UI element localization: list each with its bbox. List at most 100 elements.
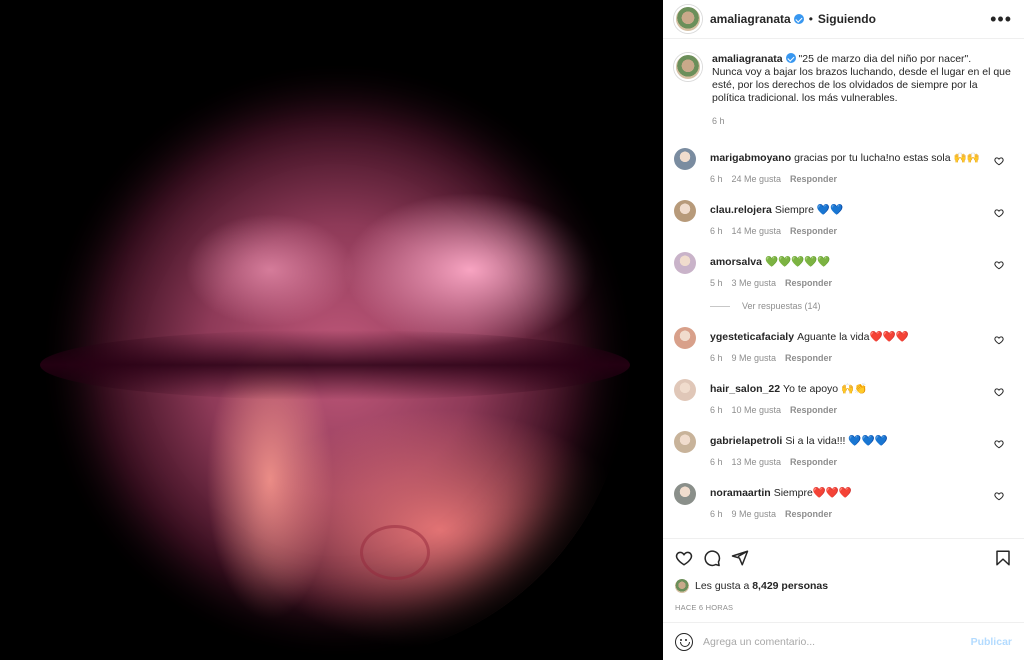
view-replies-button[interactable]: Ver respuestas (14) — [710, 301, 1012, 311]
comment-text: gracias por tu lucha!no estas sola 🙌🙌 — [794, 152, 980, 164]
comment-meta: 6 h 24 Me gusta Responder — [710, 174, 1012, 184]
comment-body: marigabmoyano gracias por tu lucha!no est… — [710, 148, 1012, 184]
comment-text-line: marigabmoyano gracias por tu lucha!no est… — [710, 148, 1012, 165]
comment-time: 6 h — [710, 457, 723, 467]
reply-button[interactable]: Responder — [790, 174, 837, 184]
comment-body: noramaartin Siempre❤️❤️❤️ 6 h 9 Me gusta … — [710, 483, 1012, 519]
comment-row: gabrielapetroli Si a la vida!!! 💙💙💙 6 h 1… — [674, 431, 1012, 467]
like-comment-icon[interactable] — [994, 335, 1004, 345]
comment-container: marigabmoyano gracias por tu lucha!no est… — [674, 148, 1012, 519]
commenter-username[interactable]: gabrielapetroli — [710, 435, 782, 447]
commenter-avatar[interactable] — [674, 200, 696, 222]
comment-text: Aguante la vida❤️❤️❤️ — [797, 331, 909, 343]
commenter-avatar[interactable] — [674, 431, 696, 453]
image-shadow — [40, 330, 630, 400]
post-caption: amaliagranata "25 de marzo dia del niño … — [674, 53, 1012, 128]
comment-likes[interactable]: 9 Me gusta — [732, 353, 777, 363]
commenter-username[interactable]: marigabmoyano — [710, 152, 791, 164]
like-comment-icon[interactable] — [994, 439, 1004, 449]
reply-button[interactable]: Responder — [785, 278, 832, 288]
comment-text-line: noramaartin Siempre❤️❤️❤️ — [710, 483, 1012, 500]
commenter-username[interactable]: amorsalva — [710, 256, 762, 268]
comment-row: clau.relojera Siempre 💙💙 6 h 14 Me gusta … — [674, 200, 1012, 236]
like-comment-icon[interactable] — [994, 491, 1004, 501]
publish-button[interactable]: Publicar — [971, 636, 1012, 648]
post-image — [40, 60, 630, 660]
comment-likes[interactable]: 24 Me gusta — [732, 174, 782, 184]
reply-button[interactable]: Responder — [790, 226, 837, 236]
caption-line-1: "25 de marzo dia del niño por nacer". — [798, 53, 972, 65]
likes-summary[interactable]: Les gusta a 8,429 personas — [675, 579, 1012, 593]
post-header: amaliagranata • Siguiendo ••• — [663, 0, 1024, 39]
comment-body: hair_salon_22 Yo te apoyo 🙌👏 6 h 10 Me gu… — [710, 379, 1012, 415]
actions-area: Les gusta a 8,429 personas HACE 6 HORAS — [663, 538, 1024, 622]
caption-avatar[interactable] — [674, 53, 702, 81]
comment-text-line: hair_salon_22 Yo te apoyo 🙌👏 — [710, 379, 1012, 396]
comment-meta: 6 h 10 Me gusta Responder — [710, 405, 1012, 415]
heart-icon[interactable] — [675, 549, 693, 567]
comment-body: ygesteticafacialy Aguante la vida❤️❤️❤️ 6… — [710, 327, 1012, 363]
likes-count[interactable]: 8,429 personas — [752, 580, 828, 592]
author-avatar[interactable] — [674, 5, 702, 33]
comment-likes[interactable]: 14 Me gusta — [732, 226, 782, 236]
commenter-avatar[interactable] — [674, 327, 696, 349]
comment-text-line: ygesteticafacialy Aguante la vida❤️❤️❤️ — [710, 327, 1012, 344]
like-comment-icon[interactable] — [994, 387, 1004, 397]
post-media[interactable] — [0, 0, 663, 660]
comment-body: clau.relojera Siempre 💙💙 6 h 14 Me gusta … — [710, 200, 1012, 236]
commenter-username[interactable]: clau.relojera — [710, 204, 772, 216]
separator-dot: • — [808, 12, 813, 26]
follow-button[interactable]: Siguiendo — [818, 12, 876, 26]
comments-list[interactable]: amaliagranata "25 de marzo dia del niño … — [663, 39, 1024, 538]
commenter-username[interactable]: noramaartin — [710, 487, 771, 499]
like-comment-icon[interactable] — [994, 260, 1004, 270]
comment-likes[interactable]: 13 Me gusta — [732, 457, 782, 467]
comment-meta: 6 h 9 Me gusta Responder — [710, 353, 1012, 363]
reply-button[interactable]: Responder — [785, 353, 832, 363]
reply-button[interactable]: Responder — [790, 405, 837, 415]
author-username[interactable]: amaliagranata — [710, 12, 791, 26]
comment-row: amorsalva 💚💚💚💚💚 5 h 3 Me gusta Responder — [674, 252, 1012, 288]
comment-time: 6 h — [710, 353, 723, 363]
comment-text: Yo te apoyo 🙌👏 — [783, 383, 868, 395]
comment-input[interactable] — [703, 635, 971, 648]
comment-body: amorsalva 💚💚💚💚💚 5 h 3 Me gusta Responder — [710, 252, 1012, 288]
comment-text: Siempre❤️❤️❤️ — [773, 487, 853, 499]
likes-prefix: Les gusta a — [695, 580, 750, 592]
comment-row: hair_salon_22 Yo te apoyo 🙌👏 6 h 10 Me gu… — [674, 379, 1012, 415]
commenter-avatar[interactable] — [674, 483, 696, 505]
like-comment-icon[interactable] — [994, 208, 1004, 218]
comment-row: noramaartin Siempre❤️❤️❤️ 6 h 9 Me gusta … — [674, 483, 1012, 519]
commenter-username[interactable]: hair_salon_22 — [710, 383, 780, 395]
liker-avatar — [675, 579, 689, 593]
like-comment-icon[interactable] — [994, 156, 1004, 166]
comment-body: gabrielapetroli Si a la vida!!! 💙💙💙 6 h 1… — [710, 431, 1012, 467]
commenter-avatar[interactable] — [674, 252, 696, 274]
reply-button[interactable]: Responder — [790, 457, 837, 467]
commenter-avatar[interactable] — [674, 379, 696, 401]
comment-time: 6 h — [710, 405, 723, 415]
bookmark-icon[interactable] — [994, 549, 1012, 567]
commenter-username[interactable]: ygesteticafacialy — [710, 331, 794, 343]
comment-text: Siempre 💙💙 — [774, 204, 844, 216]
commenter-avatar[interactable] — [674, 148, 696, 170]
caption-username[interactable]: amaliagranata — [712, 53, 783, 65]
caption-line-2: Nunca voy a bajar los brazos luchando, d… — [712, 66, 1011, 104]
comment-text: 💚💚💚💚💚 — [764, 256, 831, 268]
emoji-icon[interactable] — [675, 632, 693, 651]
comment-text-line: clau.relojera Siempre 💙💙 — [710, 200, 1012, 217]
comment-composer: Publicar — [663, 622, 1024, 660]
post-timestamp: HACE 6 HORAS — [675, 603, 734, 612]
reply-button[interactable]: Responder — [785, 509, 832, 519]
comment-row: marigabmoyano gracias por tu lucha!no est… — [674, 148, 1012, 184]
comment-meta: 6 h 9 Me gusta Responder — [710, 509, 1012, 519]
comment-text: Si a la vida!!! 💙💙💙 — [785, 435, 888, 447]
comment-likes[interactable]: 9 Me gusta — [732, 509, 777, 519]
share-icon[interactable] — [731, 549, 749, 567]
comment-time: 6 h — [710, 174, 723, 184]
more-options-icon[interactable]: ••• — [990, 10, 1012, 28]
comment-icon[interactable] — [703, 549, 721, 567]
action-bar — [675, 548, 1012, 568]
comment-likes[interactable]: 10 Me gusta — [732, 405, 782, 415]
comment-likes[interactable]: 3 Me gusta — [732, 278, 777, 288]
